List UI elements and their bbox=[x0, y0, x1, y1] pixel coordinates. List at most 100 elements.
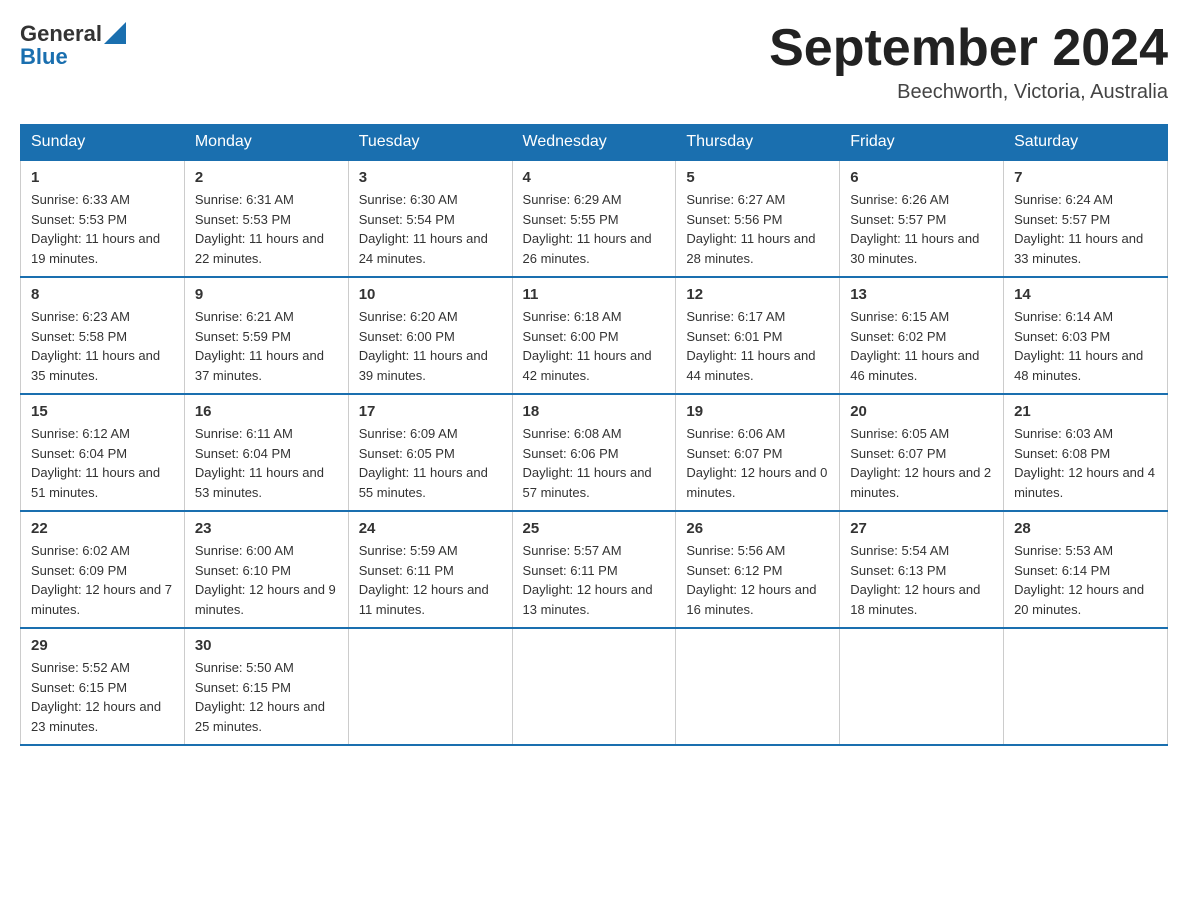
col-wednesday: Wednesday bbox=[512, 125, 676, 161]
daylight-label: Daylight: 11 hours and 39 minutes. bbox=[359, 348, 488, 383]
table-row: 1 Sunrise: 6:33 AM Sunset: 5:53 PM Dayli… bbox=[21, 160, 185, 277]
sunset-label: Sunset: 5:56 PM bbox=[686, 212, 782, 227]
day-number: 10 bbox=[359, 286, 502, 303]
sunrise-label: Sunrise: 6:00 AM bbox=[195, 543, 294, 558]
day-number: 6 bbox=[850, 169, 993, 186]
daylight-label: Daylight: 12 hours and 23 minutes. bbox=[31, 699, 161, 734]
daylight-label: Daylight: 11 hours and 19 minutes. bbox=[31, 231, 160, 266]
col-tuesday: Tuesday bbox=[348, 125, 512, 161]
daylight-label: Daylight: 12 hours and 2 minutes. bbox=[850, 465, 991, 500]
sunset-label: Sunset: 6:02 PM bbox=[850, 329, 946, 344]
day-info: Sunrise: 5:50 AM Sunset: 6:15 PM Dayligh… bbox=[195, 658, 338, 736]
sunset-label: Sunset: 6:07 PM bbox=[850, 446, 946, 461]
sunrise-label: Sunrise: 5:54 AM bbox=[850, 543, 949, 558]
col-saturday: Saturday bbox=[1004, 125, 1168, 161]
table-row: 27 Sunrise: 5:54 AM Sunset: 6:13 PM Dayl… bbox=[840, 511, 1004, 628]
col-sunday: Sunday bbox=[21, 125, 185, 161]
day-number: 7 bbox=[1014, 169, 1157, 186]
table-row: 30 Sunrise: 5:50 AM Sunset: 6:15 PM Dayl… bbox=[184, 628, 348, 745]
day-number: 13 bbox=[850, 286, 993, 303]
calendar-header-row: Sunday Monday Tuesday Wednesday Thursday… bbox=[21, 125, 1168, 161]
day-number: 14 bbox=[1014, 286, 1157, 303]
sunrise-label: Sunrise: 5:59 AM bbox=[359, 543, 458, 558]
sunset-label: Sunset: 5:53 PM bbox=[195, 212, 291, 227]
calendar-week-row: 22 Sunrise: 6:02 AM Sunset: 6:09 PM Dayl… bbox=[21, 511, 1168, 628]
sunset-label: Sunset: 6:05 PM bbox=[359, 446, 455, 461]
day-number: 9 bbox=[195, 286, 338, 303]
sunset-label: Sunset: 6:04 PM bbox=[195, 446, 291, 461]
table-row: 10 Sunrise: 6:20 AM Sunset: 6:00 PM Dayl… bbox=[348, 277, 512, 394]
sunrise-label: Sunrise: 6:20 AM bbox=[359, 309, 458, 324]
table-row: 29 Sunrise: 5:52 AM Sunset: 6:15 PM Dayl… bbox=[21, 628, 185, 745]
day-info: Sunrise: 6:23 AM Sunset: 5:58 PM Dayligh… bbox=[31, 307, 174, 385]
day-info: Sunrise: 6:26 AM Sunset: 5:57 PM Dayligh… bbox=[850, 190, 993, 268]
table-row: 23 Sunrise: 6:00 AM Sunset: 6:10 PM Dayl… bbox=[184, 511, 348, 628]
logo-blue-text: Blue bbox=[20, 45, 126, 69]
day-info: Sunrise: 6:33 AM Sunset: 5:53 PM Dayligh… bbox=[31, 190, 174, 268]
day-number: 28 bbox=[1014, 520, 1157, 537]
day-info: Sunrise: 6:09 AM Sunset: 6:05 PM Dayligh… bbox=[359, 424, 502, 502]
day-number: 12 bbox=[686, 286, 829, 303]
sunset-label: Sunset: 6:11 PM bbox=[359, 563, 454, 578]
day-number: 26 bbox=[686, 520, 829, 537]
day-number: 8 bbox=[31, 286, 174, 303]
table-row bbox=[512, 628, 676, 745]
daylight-label: Daylight: 12 hours and 11 minutes. bbox=[359, 582, 489, 617]
sunset-label: Sunset: 6:15 PM bbox=[31, 680, 127, 695]
table-row: 15 Sunrise: 6:12 AM Sunset: 6:04 PM Dayl… bbox=[21, 394, 185, 511]
table-row: 13 Sunrise: 6:15 AM Sunset: 6:02 PM Dayl… bbox=[840, 277, 1004, 394]
day-number: 27 bbox=[850, 520, 993, 537]
sunrise-label: Sunrise: 6:03 AM bbox=[1014, 426, 1113, 441]
day-number: 1 bbox=[31, 169, 174, 186]
table-row: 26 Sunrise: 5:56 AM Sunset: 6:12 PM Dayl… bbox=[676, 511, 840, 628]
table-row: 22 Sunrise: 6:02 AM Sunset: 6:09 PM Dayl… bbox=[21, 511, 185, 628]
day-number: 18 bbox=[523, 403, 666, 420]
day-info: Sunrise: 6:02 AM Sunset: 6:09 PM Dayligh… bbox=[31, 541, 174, 619]
sunrise-label: Sunrise: 6:23 AM bbox=[31, 309, 130, 324]
day-info: Sunrise: 6:00 AM Sunset: 6:10 PM Dayligh… bbox=[195, 541, 338, 619]
sunset-label: Sunset: 6:07 PM bbox=[686, 446, 782, 461]
day-number: 25 bbox=[523, 520, 666, 537]
table-row bbox=[1004, 628, 1168, 745]
daylight-label: Daylight: 11 hours and 55 minutes. bbox=[359, 465, 488, 500]
logo: General Blue bbox=[20, 20, 126, 69]
logo-general-text: General bbox=[20, 22, 102, 46]
day-number: 15 bbox=[31, 403, 174, 420]
daylight-label: Daylight: 11 hours and 28 minutes. bbox=[686, 231, 815, 266]
logo-triangle-icon bbox=[104, 22, 126, 44]
day-info: Sunrise: 5:59 AM Sunset: 6:11 PM Dayligh… bbox=[359, 541, 502, 619]
daylight-label: Daylight: 12 hours and 25 minutes. bbox=[195, 699, 325, 734]
table-row bbox=[840, 628, 1004, 745]
day-number: 23 bbox=[195, 520, 338, 537]
daylight-label: Daylight: 12 hours and 9 minutes. bbox=[195, 582, 336, 617]
day-number: 5 bbox=[686, 169, 829, 186]
sunset-label: Sunset: 6:00 PM bbox=[359, 329, 455, 344]
sunset-label: Sunset: 6:10 PM bbox=[195, 563, 291, 578]
sunset-label: Sunset: 5:57 PM bbox=[850, 212, 946, 227]
daylight-label: Daylight: 11 hours and 33 minutes. bbox=[1014, 231, 1143, 266]
daylight-label: Daylight: 12 hours and 4 minutes. bbox=[1014, 465, 1155, 500]
daylight-label: Daylight: 11 hours and 57 minutes. bbox=[523, 465, 652, 500]
calendar-week-row: 15 Sunrise: 6:12 AM Sunset: 6:04 PM Dayl… bbox=[21, 394, 1168, 511]
day-info: Sunrise: 6:08 AM Sunset: 6:06 PM Dayligh… bbox=[523, 424, 666, 502]
table-row: 4 Sunrise: 6:29 AM Sunset: 5:55 PM Dayli… bbox=[512, 160, 676, 277]
day-info: Sunrise: 6:11 AM Sunset: 6:04 PM Dayligh… bbox=[195, 424, 338, 502]
daylight-label: Daylight: 12 hours and 0 minutes. bbox=[686, 465, 827, 500]
sunrise-label: Sunrise: 6:21 AM bbox=[195, 309, 294, 324]
sunset-label: Sunset: 6:11 PM bbox=[523, 563, 618, 578]
daylight-label: Daylight: 11 hours and 48 minutes. bbox=[1014, 348, 1143, 383]
sunrise-label: Sunrise: 5:53 AM bbox=[1014, 543, 1113, 558]
sunset-label: Sunset: 6:06 PM bbox=[523, 446, 619, 461]
day-number: 17 bbox=[359, 403, 502, 420]
col-friday: Friday bbox=[840, 125, 1004, 161]
daylight-label: Daylight: 11 hours and 24 minutes. bbox=[359, 231, 488, 266]
daylight-label: Daylight: 11 hours and 53 minutes. bbox=[195, 465, 324, 500]
table-row: 5 Sunrise: 6:27 AM Sunset: 5:56 PM Dayli… bbox=[676, 160, 840, 277]
sunrise-label: Sunrise: 6:31 AM bbox=[195, 192, 294, 207]
daylight-label: Daylight: 11 hours and 30 minutes. bbox=[850, 231, 979, 266]
daylight-label: Daylight: 11 hours and 44 minutes. bbox=[686, 348, 815, 383]
sunset-label: Sunset: 6:08 PM bbox=[1014, 446, 1110, 461]
sunset-label: Sunset: 5:57 PM bbox=[1014, 212, 1110, 227]
sunset-label: Sunset: 6:09 PM bbox=[31, 563, 127, 578]
sunset-label: Sunset: 6:01 PM bbox=[686, 329, 782, 344]
